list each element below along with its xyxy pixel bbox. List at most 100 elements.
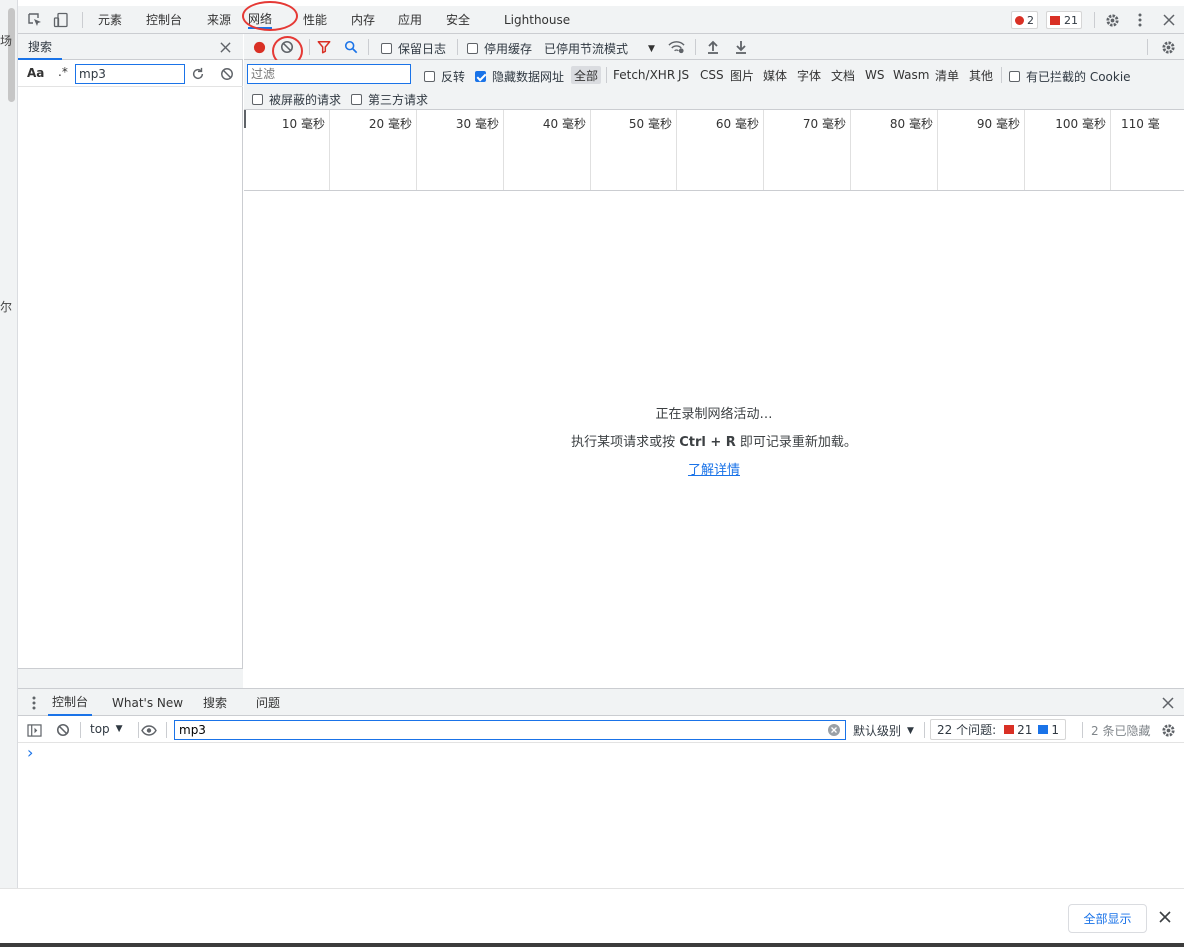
separator — [309, 39, 310, 55]
drawer-tab-whats-new[interactable]: What's New — [112, 689, 183, 716]
filter-type-fetch-xhr[interactable]: Fetch/XHR — [613, 66, 675, 84]
log-levels-select[interactable]: 默认级别 ▼ — [853, 722, 914, 739]
filter-type-font[interactable]: 字体 — [797, 66, 821, 84]
filter-type-js[interactable]: JS — [678, 66, 689, 84]
regex-button[interactable]: .* — [58, 65, 68, 79]
console-settings-gear-icon[interactable] — [1159, 721, 1177, 739]
drawer-tab-search[interactable]: 搜索 — [203, 689, 227, 716]
close-bar-icon[interactable] — [1158, 910, 1172, 924]
tab-performance[interactable]: 性能 — [303, 6, 327, 33]
filter-type-img[interactable]: 图片 — [730, 66, 754, 84]
filter-type-doc[interactable]: 文档 — [831, 66, 855, 84]
timeline-tick: 100 毫秒 — [1025, 110, 1111, 190]
issue-flag-icon — [1050, 15, 1060, 25]
console-prompt: › — [27, 743, 34, 762]
network-settings-gear-icon[interactable] — [1159, 38, 1177, 56]
timeline-tick: 20 毫秒 — [330, 110, 417, 190]
issue-flag-icon — [1004, 725, 1015, 734]
live-expression-eye-icon[interactable] — [140, 722, 158, 738]
tab-memory[interactable]: 内存 — [351, 6, 375, 33]
tab-security[interactable]: 安全 — [446, 6, 470, 33]
filter-type-wasm[interactable]: Wasm — [893, 66, 929, 84]
drawer-menu-icon[interactable] — [28, 695, 40, 711]
tab-elements[interactable]: 元素 — [98, 6, 122, 33]
filter-input[interactable] — [247, 64, 411, 84]
network-conditions-icon[interactable] — [667, 38, 685, 56]
separator — [80, 722, 81, 738]
tab-lighthouse[interactable]: Lighthouse — [504, 6, 570, 33]
clear-filter-icon[interactable] — [828, 724, 840, 736]
close-drawer-icon[interactable] — [1161, 696, 1175, 710]
show-all-button[interactable]: 全部显示 — [1068, 904, 1147, 933]
clear-console-icon[interactable] — [55, 722, 71, 738]
devtools-main-tabbar: 元素 控制台 来源 网络 性能 内存 应用 安全 Lighthouse 2 21 — [18, 1, 1184, 34]
search-tab[interactable]: 搜索 — [18, 34, 63, 60]
export-har-icon[interactable] — [733, 39, 749, 55]
window-bottom-edge — [0, 943, 1184, 947]
console-filter-input[interactable] — [174, 720, 846, 740]
blocked-cookies-label: 有已拦截的 Cookie — [1026, 70, 1131, 84]
page-scrollbar-thumb[interactable] — [8, 8, 15, 102]
tab-application[interactable]: 应用 — [398, 6, 422, 33]
invert-checkbox[interactable]: 反转 — [424, 68, 465, 85]
more-options-icon[interactable] — [1131, 11, 1149, 29]
timeline-tick: 60 毫秒 — [677, 110, 764, 190]
filter-type-all[interactable]: 全部 — [571, 66, 602, 84]
throttling-select[interactable]: 已停用节流模式 ▼ — [544, 40, 655, 57]
filter-funnel-icon[interactable] — [316, 39, 332, 55]
learn-more-link[interactable]: 了解详情 — [688, 463, 740, 478]
separator — [695, 39, 696, 55]
search-query-input[interactable] — [75, 64, 185, 84]
filter-type-ws[interactable]: WS — [865, 66, 884, 84]
clear-search-icon[interactable] — [219, 66, 235, 82]
inspect-element-icon[interactable] — [26, 11, 44, 29]
filter-type-other[interactable]: 其他 — [969, 66, 993, 84]
third-party-checkbox[interactable]: 第三方请求 — [351, 91, 428, 108]
context-value: top — [90, 722, 110, 736]
tick-label: 30 毫秒 — [455, 117, 499, 131]
preserve-log-checkbox[interactable]: 保留日志 — [381, 40, 446, 57]
tab-sources[interactable]: 来源 — [207, 6, 231, 33]
separator — [82, 12, 83, 28]
tick-label: 10 毫秒 — [281, 117, 325, 131]
blocked-cookies-box[interactable] — [1009, 71, 1020, 82]
timeline-tick: 110 毫 — [1111, 110, 1184, 190]
blocked-requests-box[interactable] — [252, 94, 263, 105]
error-icon — [1015, 15, 1024, 25]
invert-box[interactable] — [424, 71, 435, 82]
search-icon[interactable] — [343, 39, 359, 55]
blocked-cookies-checkbox[interactable]: 有已拦截的 Cookie — [1009, 68, 1131, 85]
settings-gear-icon[interactable] — [1103, 11, 1121, 29]
disable-cache-box[interactable] — [467, 43, 478, 54]
record-icon[interactable] — [251, 39, 267, 55]
console-messages-area[interactable]: › — [18, 743, 1184, 888]
tick-label: 20 毫秒 — [368, 117, 412, 131]
tab-console[interactable]: 控制台 — [146, 6, 182, 33]
issues-counter-button[interactable]: 22 个问题: 21 1 — [930, 719, 1067, 740]
refresh-icon[interactable] — [190, 66, 206, 82]
match-case-button[interactable]: Aa — [27, 66, 44, 80]
network-overview-timeline[interactable]: 10 毫秒 20 毫秒 30 毫秒 40 毫秒 50 毫秒 60 毫秒 70 毫… — [244, 110, 1184, 191]
issues-badge[interactable]: 21 — [1046, 11, 1082, 29]
device-toolbar-icon[interactable] — [52, 11, 70, 29]
filter-type-css[interactable]: CSS — [700, 66, 724, 84]
third-party-label: 第三方请求 — [368, 93, 429, 107]
preserve-log-box[interactable] — [381, 43, 392, 54]
disable-cache-label: 停用缓存 — [484, 42, 533, 56]
context-selector[interactable]: top ▼ — [90, 722, 123, 736]
drawer-tab-console[interactable]: 控制台 — [48, 689, 93, 716]
show-sidebar-icon[interactable] — [26, 722, 42, 738]
filter-type-media[interactable]: 媒体 — [763, 66, 787, 84]
separator — [1147, 39, 1148, 55]
import-har-icon[interactable] — [705, 39, 721, 55]
filter-type-manifest[interactable]: 清单 — [935, 66, 959, 84]
close-devtools-icon[interactable] — [1160, 11, 1178, 29]
blocked-requests-checkbox[interactable]: 被屏蔽的请求 — [252, 91, 341, 108]
errors-badge[interactable]: 2 — [1011, 11, 1038, 29]
hide-data-urls-checkbox[interactable]: 隐藏数据网址 — [475, 68, 564, 85]
third-party-box[interactable] — [351, 94, 362, 105]
disable-cache-checkbox[interactable]: 停用缓存 — [467, 40, 532, 57]
hide-data-urls-box[interactable] — [475, 71, 486, 82]
close-search-icon[interactable] — [218, 40, 232, 54]
drawer-tab-issues[interactable]: 问题 — [256, 689, 280, 716]
